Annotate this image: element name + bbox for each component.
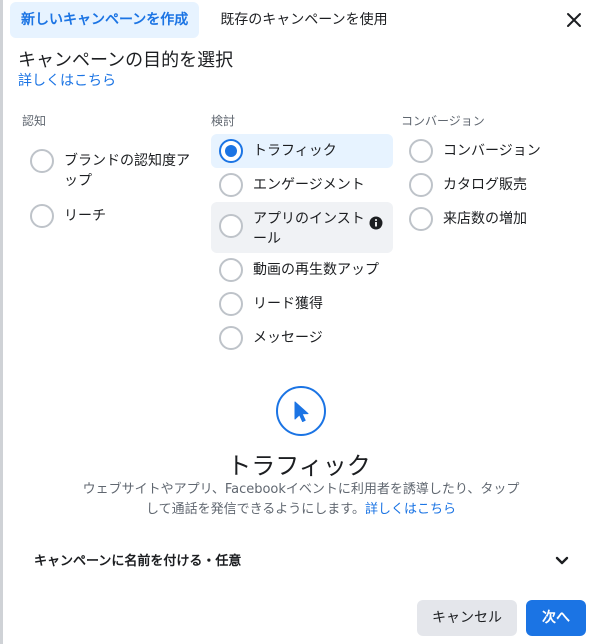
objective-label: 動画の再生数アップ	[253, 262, 379, 278]
preview-title: トラフィック	[227, 452, 371, 480]
cancel-button[interactable]: キャンセル	[417, 600, 517, 636]
radio-button[interactable]	[219, 173, 243, 197]
radio-button[interactable]	[219, 258, 243, 282]
radio-button[interactable]	[30, 149, 54, 173]
radio-button[interactable]	[409, 207, 433, 231]
left-edge-divider	[0, 0, 3, 644]
learn-more-link[interactable]: 詳しくはこちら	[18, 70, 116, 90]
objective-label: リーチ	[64, 208, 106, 224]
column-title: 認知	[22, 114, 47, 128]
objective-label: リード獲得	[253, 296, 323, 312]
objective-column-conversion: コンバージョン コンバージョン カタログ販売 来店数の増加	[401, 112, 591, 236]
objective-label: 来店数の増加	[443, 211, 527, 227]
objective-label: カタログ販売	[443, 177, 527, 193]
objective-label: コンバージョン	[443, 143, 541, 159]
objective-engagement[interactable]: エンゲージメント	[211, 168, 393, 202]
info-icon[interactable]	[369, 216, 383, 230]
page-title: キャンペーンの目的を選択	[18, 50, 234, 71]
objective-lead-generation[interactable]: リード獲得	[211, 287, 393, 321]
radio-button[interactable]	[409, 139, 433, 163]
next-button[interactable]: 次へ	[526, 600, 586, 636]
objective-messages[interactable]: メッセージ	[211, 321, 393, 355]
campaign-name-label: キャンペーンに名前を付ける・任意	[34, 554, 242, 569]
objective-video-views[interactable]: 動画の再生数アップ	[211, 253, 393, 287]
tab-use-existing-campaign[interactable]: 既存のキャンペーンを使用	[209, 2, 398, 38]
tab-bar: 新しいキャンペーンを作成 既存のキャンペーンを使用	[10, 2, 399, 38]
objective-catalog-sales[interactable]: カタログ販売	[401, 168, 591, 202]
column-title: 検討	[211, 114, 236, 128]
objective-store-traffic[interactable]: 来店数の増加	[401, 202, 591, 236]
campaign-name-section[interactable]: キャンペーンに名前を付ける・任意	[24, 542, 580, 576]
objective-app-installs[interactable]: アプリのインストール	[211, 202, 393, 253]
objective-column-awareness: 認知 ブランドの認知度アップ リーチ	[22, 112, 200, 233]
radio-button[interactable]	[219, 326, 243, 350]
column-title: コンバージョン	[401, 114, 485, 128]
close-icon	[567, 13, 581, 27]
objective-column-consideration: 検討 トラフィック エンゲージメント アプリのインストール 動画の再生数アップ …	[211, 112, 393, 355]
objective-label: メッセージ	[253, 330, 323, 346]
radio-button[interactable]	[219, 292, 243, 316]
objective-label: アプリのインストール	[253, 211, 365, 247]
chevron-down-icon[interactable]	[554, 552, 570, 568]
objective-conversions[interactable]: コンバージョン	[401, 134, 591, 168]
radio-button-checked[interactable]	[219, 139, 243, 163]
objective-traffic[interactable]: トラフィック	[211, 134, 393, 168]
close-button[interactable]	[564, 10, 584, 30]
preview-description: ウェブサイトやアプリ、Facebookイベントに利用者を誘導したり、タップして通…	[78, 480, 524, 520]
preview-learn-more-link[interactable]: 詳しくはこちら	[365, 502, 456, 517]
objective-label: トラフィック	[253, 143, 337, 159]
objective-label: ブランドの認知度アップ	[64, 153, 190, 189]
objective-label: エンゲージメント	[253, 177, 365, 193]
radio-button[interactable]	[30, 204, 54, 228]
tab-create-new-campaign[interactable]: 新しいキャンペーンを作成	[10, 2, 200, 38]
radio-button[interactable]	[409, 173, 433, 197]
radio-button[interactable]	[219, 214, 243, 238]
cursor-icon	[276, 386, 326, 436]
objective-brand-awareness[interactable]: ブランドの認知度アップ	[22, 144, 200, 195]
objective-reach[interactable]: リーチ	[22, 199, 200, 233]
